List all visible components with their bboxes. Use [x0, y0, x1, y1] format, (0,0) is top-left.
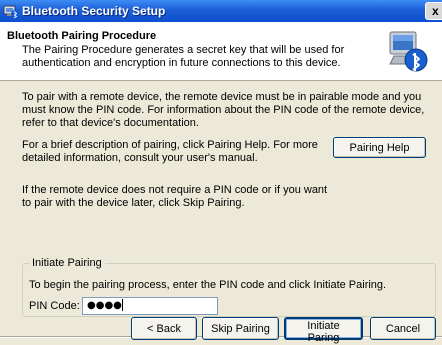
header-description: The Pairing Procedure generates a secret… — [22, 44, 345, 69]
pairing-help-button[interactable]: Pairing Help — [333, 137, 426, 158]
cancel-button[interactable]: Cancel — [370, 317, 436, 340]
intro-text: To pair with a remote device, the remote… — [22, 91, 425, 129]
bluetooth-app-icon — [3, 5, 19, 19]
back-button[interactable]: < Back — [131, 317, 197, 340]
bluetooth-computer-icon — [389, 31, 428, 72]
group-label: Initiate Pairing — [29, 257, 105, 269]
title-bar[interactable]: Bluetooth Security Setup x — [0, 0, 442, 22]
pin-code-label: PIN Code: — [29, 300, 80, 312]
close-button[interactable]: x — [425, 2, 442, 20]
pairing-instruction: To begin the pairing process, enter the … — [29, 279, 387, 291]
window-title: Bluetooth Security Setup — [22, 4, 166, 18]
initiate-pairing-button[interactable]: Initiate Paring — [284, 317, 363, 344]
help-text: For a brief description of pairing, clic… — [22, 139, 318, 164]
skip-info-text: If the remote device does not require a … — [22, 184, 328, 209]
skip-pairing-button[interactable]: Skip Pairing — [202, 317, 279, 340]
pin-code-field[interactable]: ●●●● — [82, 297, 218, 315]
pin-code-value: ●●●● — [87, 300, 122, 311]
text-caret — [121, 299, 123, 311]
close-icon: x — [432, 4, 439, 18]
wizard-content: To pair with a remote device, the remote… — [0, 81, 442, 345]
header-title: Bluetooth Pairing Procedure — [7, 30, 157, 42]
wizard-header: Bluetooth Pairing Procedure The Pairing … — [0, 22, 442, 81]
